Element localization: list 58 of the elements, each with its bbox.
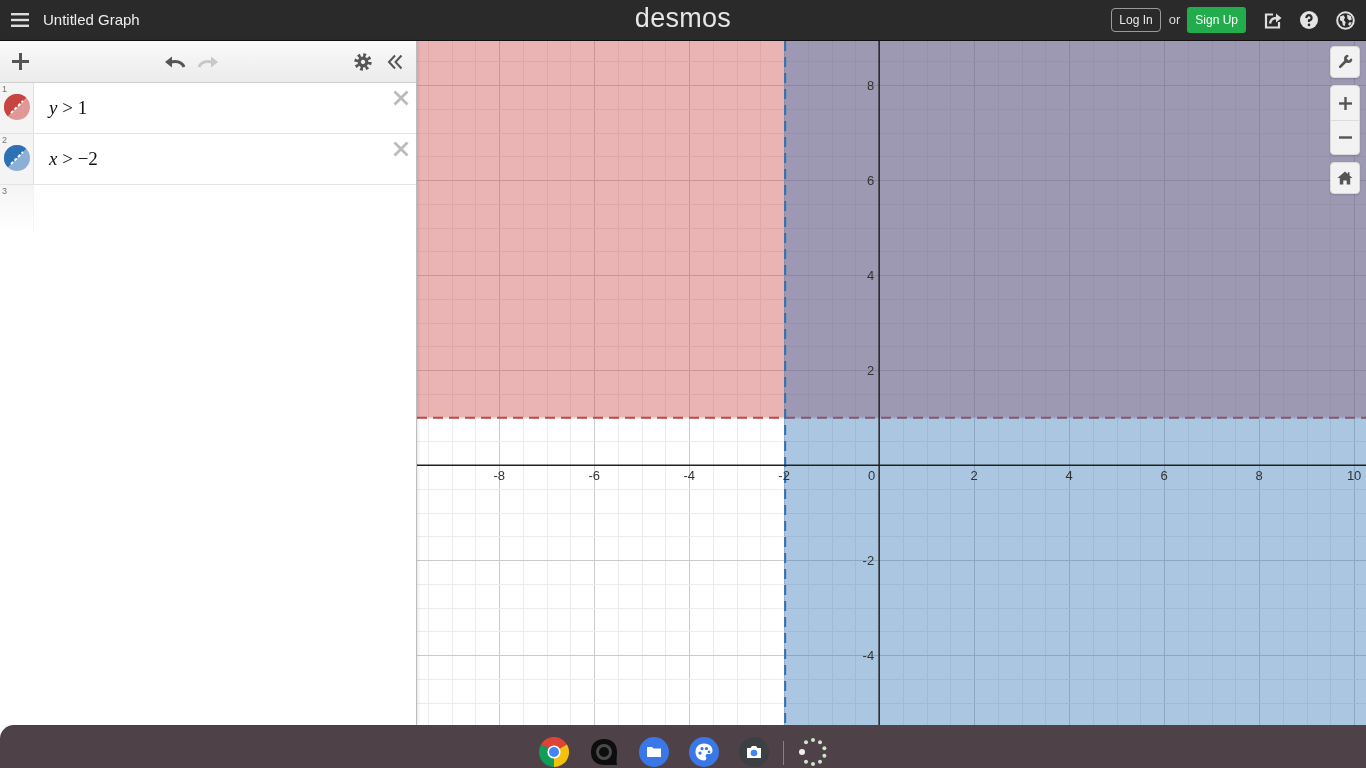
graph-settings-button[interactable] <box>1330 46 1360 78</box>
taskbar-app[interactable] <box>797 737 828 767</box>
taskbar-app[interactable] <box>638 737 669 767</box>
y-tick-label: 8 <box>866 78 875 94</box>
settings-icon <box>354 52 372 71</box>
x-tick-label: 8 <box>1255 468 1263 484</box>
origin-label: 0 <box>867 468 876 484</box>
segmented-circle-icon <box>538 737 569 767</box>
double-chevron-icon <box>387 53 403 70</box>
expression-field[interactable]: y > 1 <box>49 95 393 121</box>
settings-button[interactable] <box>352 50 374 73</box>
y-tick-label: 6 <box>866 173 875 189</box>
expression-field[interactable]: x > −2 <box>49 146 393 172</box>
x-tick-label: -6 <box>588 468 600 484</box>
y-tick-label: 4 <box>866 268 875 284</box>
camera-icon <box>738 737 769 767</box>
y-tick-label: -4 <box>862 648 875 664</box>
x-tick-label: -4 <box>683 468 695 484</box>
close-icon <box>393 141 409 157</box>
share-button[interactable] <box>1264 11 1282 29</box>
taskbar-app[interactable] <box>738 737 769 767</box>
help-button[interactable] <box>1300 11 1318 29</box>
y-tick-label: -2 <box>862 553 875 569</box>
y-tick-label: 2 <box>866 363 875 379</box>
graph-style-icon[interactable] <box>3 94 30 120</box>
x-tick-label: 10 <box>1346 468 1362 484</box>
redo-arrow-icon <box>197 54 219 69</box>
graph-style-icon[interactable] <box>3 145 30 171</box>
or-text: or <box>1168 11 1181 30</box>
menu-icon <box>11 13 29 27</box>
minus-icon <box>1338 136 1352 139</box>
plus-icon <box>11 53 29 70</box>
undo-arrow-icon <box>164 54 186 69</box>
folder-icon <box>638 737 669 767</box>
taskbar-app[interactable] <box>688 737 719 767</box>
close-icon <box>393 90 409 106</box>
home-icon <box>1337 171 1353 185</box>
taskbar-app[interactable] <box>538 737 569 767</box>
dotted-ring-icon <box>797 737 828 767</box>
line-number: 3 <box>1 187 8 196</box>
x-tick-label: 6 <box>1160 468 1168 484</box>
x-tick-label: 4 <box>1065 468 1073 484</box>
help-icon <box>1300 11 1318 29</box>
graph-title: Untitled Graph <box>43 9 140 30</box>
plus-icon <box>1338 96 1352 110</box>
menu-button[interactable] <box>11 13 29 27</box>
x-tick-label: 2 <box>970 468 978 484</box>
globe-icon <box>1336 10 1355 30</box>
line-number: 1 <box>1 85 8 94</box>
home-button[interactable] <box>1330 162 1360 194</box>
x-tick-label: -8 <box>493 468 505 484</box>
line-number: 2 <box>1 136 8 145</box>
language-button[interactable] <box>1336 10 1355 30</box>
logo-text: desmos <box>634 4 732 35</box>
log-in-button[interactable]: Log In <box>1111 8 1161 32</box>
wrench-icon <box>1337 54 1353 70</box>
palette-icon <box>688 737 719 767</box>
share-icon <box>1264 11 1282 29</box>
